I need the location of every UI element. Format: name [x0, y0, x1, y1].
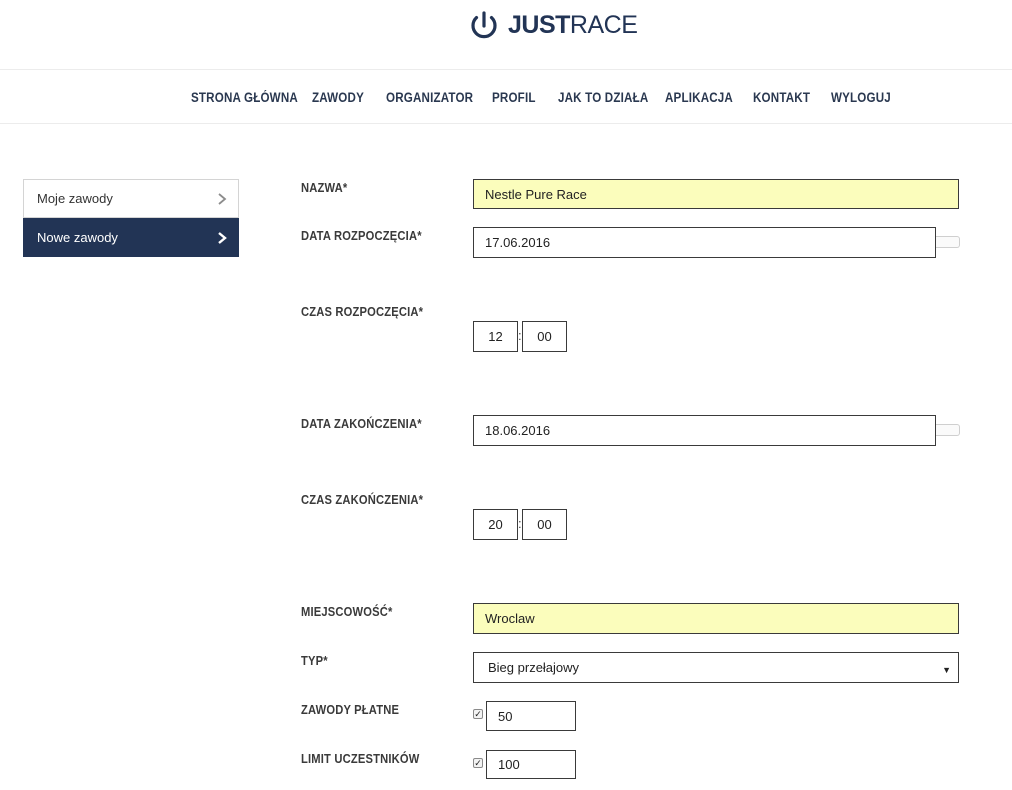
logo[interactable]: JUSTRACE: [469, 8, 638, 42]
name-input[interactable]: Nestle Pure Race: [473, 179, 959, 209]
end-date-label: DATA ZAKOŃCZENIA*: [301, 416, 422, 431]
nav-item-app[interactable]: APLIKACJA: [665, 90, 733, 105]
name-label: NAZWA*: [301, 180, 348, 195]
start-hour-input[interactable]: 12: [473, 321, 518, 352]
logo-text: JUSTRACE: [508, 10, 638, 39]
start-date-picker-button[interactable]: [936, 236, 960, 248]
type-select[interactable]: Bieg przełajowy ▼: [473, 652, 959, 683]
end-date-picker-button[interactable]: [936, 424, 960, 436]
nav-item-organizer[interactable]: ORGANIZATOR: [386, 90, 473, 105]
end-hour-input[interactable]: 20: [473, 509, 518, 540]
sidebar-item-label: Nowe zawody: [37, 230, 118, 245]
main-nav: STRONA GŁÓWNA ZAWODY ORGANIZATOR PROFIL …: [0, 71, 1012, 124]
paid-label: ZAWODY PŁATNE: [301, 702, 400, 717]
chevron-right-icon: [218, 193, 227, 205]
end-minute-input[interactable]: 00: [522, 509, 567, 540]
stopwatch-icon: [471, 11, 497, 39]
participant-limit-input[interactable]: 100: [486, 750, 576, 779]
sidebar-item-my-races[interactable]: Moje zawody: [23, 179, 239, 218]
fee-input[interactable]: 50: [486, 701, 576, 731]
site-header: JUSTRACE: [0, 0, 1012, 70]
checkmark-icon: ✓: [474, 708, 482, 719]
dropdown-arrow-icon: ▼: [942, 665, 951, 675]
sidebar-item-new-race[interactable]: Nowe zawody: [23, 218, 239, 257]
end-time-label: CZAS ZAKOŃCZENIA*: [301, 492, 424, 507]
start-date-input[interactable]: 17.06.2016: [473, 227, 936, 258]
nav-item-home[interactable]: STRONA GŁÓWNA: [191, 90, 298, 105]
nav-item-profile[interactable]: PROFIL: [492, 90, 536, 105]
checkmark-icon: ✓: [474, 757, 482, 768]
logo-text-light: RACE: [569, 10, 638, 39]
participant-limit-label: LIMIT UCZESTNIKÓW: [301, 751, 420, 766]
nav-item-races[interactable]: ZAWODY: [312, 90, 364, 105]
start-time-label: CZAS ROZPOCZĘCIA*: [301, 304, 424, 319]
city-label: MIEJSCOWOŚĆ*: [301, 604, 393, 619]
type-label: TYP*: [301, 653, 328, 668]
chevron-right-icon: [218, 232, 227, 244]
nav-item-how-it-works[interactable]: JAK TO DZIAŁA: [558, 90, 648, 105]
participant-limit-checkbox[interactable]: ✓: [473, 758, 483, 768]
start-date-label: DATA ROZPOCZĘCIA*: [301, 228, 422, 243]
city-input[interactable]: Wroclaw: [473, 603, 959, 634]
nav-item-contact[interactable]: KONTAKT: [753, 90, 810, 105]
paid-checkbox[interactable]: ✓: [473, 709, 483, 719]
nav-item-logout[interactable]: WYLOGUJ: [831, 90, 891, 105]
start-minute-input[interactable]: 00: [522, 321, 567, 352]
type-select-value: Bieg przełajowy: [488, 660, 580, 675]
logo-text-bold: JUST: [508, 10, 570, 39]
end-date-input[interactable]: 18.06.2016: [473, 415, 936, 446]
sidebar-item-label: Moje zawody: [37, 191, 113, 206]
